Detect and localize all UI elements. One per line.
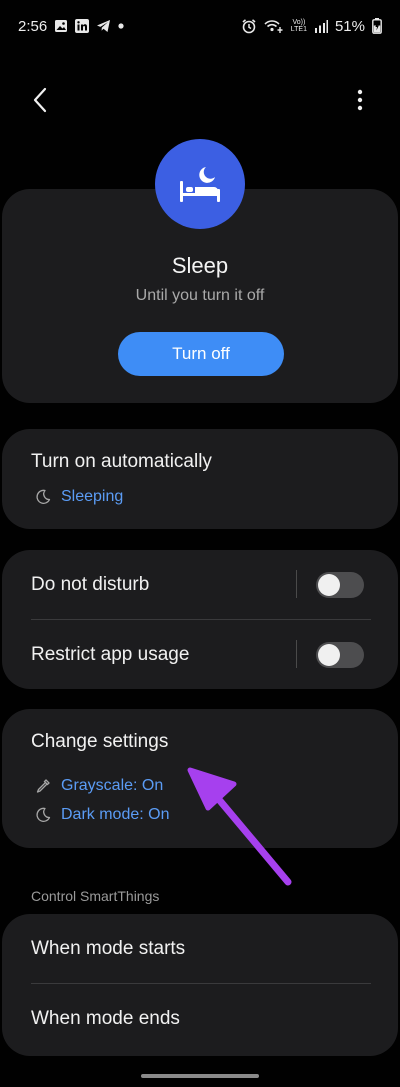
section-label-smartthings: Control SmartThings: [31, 888, 160, 904]
back-button[interactable]: [24, 82, 56, 118]
volte-label: Vo)): [292, 19, 306, 26]
restrict-app-usage-label: Restrict app usage: [31, 644, 190, 665]
status-time: 2:56: [18, 17, 48, 35]
status-bar-left: 2:56: [18, 18, 124, 35]
settings-item-dark-mode: Dark mode: On: [33, 806, 169, 824]
toggles-card: Do not disturb Restrict app usage: [2, 550, 398, 689]
status-bar: 2:56 Vo)) LTE1 51%: [0, 0, 400, 52]
when-mode-starts-row[interactable]: When mode starts: [2, 914, 398, 984]
change-settings-title: Change settings: [31, 731, 169, 752]
switch-knob: [318, 574, 340, 596]
when-mode-ends-row[interactable]: When mode ends: [2, 984, 398, 1054]
wifi-call-icon: [264, 18, 284, 34]
moon-icon: [33, 807, 53, 823]
telegram-icon: [96, 19, 111, 33]
more-options-button[interactable]: [350, 82, 370, 118]
when-mode-starts-label: When mode starts: [31, 938, 186, 959]
restrict-app-usage-switch[interactable]: [316, 642, 364, 668]
turn-off-button[interactable]: Turn off: [118, 332, 284, 376]
divider: [296, 570, 297, 598]
turn-on-automatically-title: Turn on automatically: [31, 451, 212, 472]
eyedropper-icon: [33, 778, 53, 794]
battery-charging-icon: [372, 18, 382, 34]
mode-title: Sleep: [171, 253, 229, 278]
volte-indicator: Vo)) LTE1: [291, 19, 307, 33]
gallery-icon: [54, 19, 68, 33]
linkedin-icon: [75, 19, 90, 33]
bed-moon-icon: [180, 167, 220, 202]
schedule-item: Sleeping: [33, 488, 123, 506]
divider: [296, 640, 297, 668]
do-not-disturb-switch[interactable]: [316, 572, 364, 598]
settings-item-grayscale: Grayscale: On: [33, 777, 163, 795]
mode-avatar: [155, 139, 245, 229]
more-vertical-icon: [357, 89, 363, 111]
home-indicator[interactable]: [141, 1074, 259, 1078]
moon-icon: [33, 489, 53, 505]
turn-on-automatically-card[interactable]: Turn on automatically Sleeping: [2, 429, 398, 529]
app-bar: [0, 70, 400, 130]
mode-subtitle: Until you turn it off: [135, 287, 265, 304]
alarm-icon: [241, 18, 257, 34]
battery-percent: 51%: [334, 17, 365, 35]
smartthings-card: When mode starts When mode ends: [2, 914, 398, 1056]
lte-label: LTE1: [290, 26, 307, 33]
annotation-arrow: [186, 766, 296, 888]
dark-mode-label: Dark mode: On: [61, 806, 170, 823]
schedule-label: Sleeping: [61, 488, 124, 505]
chevron-left-icon: [33, 87, 47, 113]
toggle-row-restrict-app-usage[interactable]: Restrict app usage: [2, 620, 398, 690]
notification-dot-icon: [118, 23, 124, 29]
signal-icon: [314, 19, 328, 33]
do-not-disturb-label: Do not disturb: [31, 574, 150, 595]
when-mode-ends-label: When mode ends: [31, 1008, 180, 1029]
grayscale-label: Grayscale: On: [61, 777, 164, 794]
switch-knob: [318, 644, 340, 666]
status-bar-right: Vo)) LTE1 51%: [241, 18, 382, 35]
toggle-row-do-not-disturb[interactable]: Do not disturb: [2, 550, 398, 620]
